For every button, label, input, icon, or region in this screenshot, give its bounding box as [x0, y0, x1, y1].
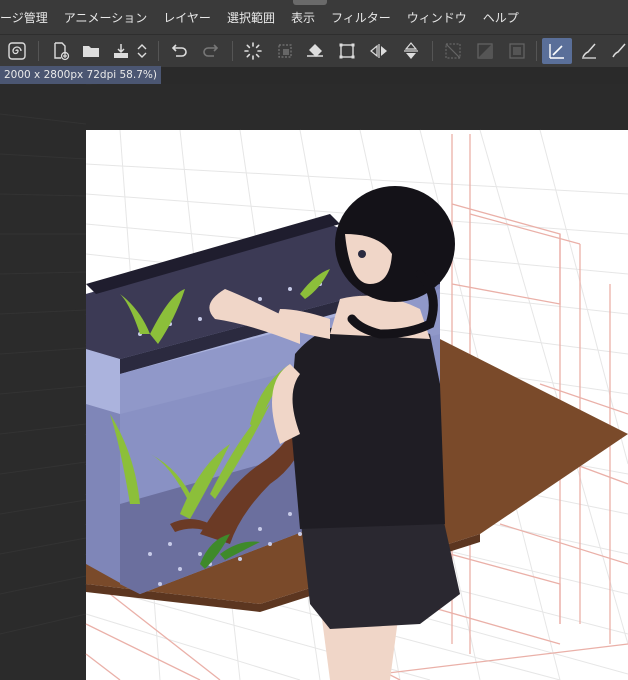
toolbar-separator: [158, 41, 159, 61]
menu-page-management[interactable]: ージ管理: [0, 9, 48, 26]
crop-icon[interactable]: [334, 38, 360, 64]
undo-icon[interactable]: [166, 38, 192, 64]
menu-layer[interactable]: レイヤー: [163, 9, 211, 26]
transform-icon[interactable]: [272, 38, 298, 64]
brush-alt-icon[interactable]: [606, 38, 628, 64]
new-file-icon[interactable]: [47, 38, 73, 64]
flip-vertical-icon[interactable]: [398, 38, 424, 64]
invert-selection-icon[interactable]: [472, 38, 498, 64]
menu-animation[interactable]: アニメーション: [64, 9, 148, 26]
top-handle[interactable]: [293, 0, 327, 5]
redo-icon[interactable]: [198, 38, 224, 64]
brush-icon[interactable]: [576, 38, 602, 64]
toolbar-separator: [432, 41, 433, 61]
chevron-updown-icon[interactable]: [134, 38, 150, 64]
toolbar-separator: [232, 41, 233, 61]
menu-selection[interactable]: 選択範囲: [227, 9, 275, 26]
toolbar-separator: [536, 41, 537, 61]
canvas-illustration[interactable]: [0, 84, 628, 680]
save-icon[interactable]: [108, 38, 134, 64]
toolbar-separator: [38, 41, 39, 61]
fill-icon[interactable]: [302, 38, 328, 64]
command-bar: [0, 34, 628, 67]
flip-horizontal-icon[interactable]: [366, 38, 392, 64]
open-folder-icon[interactable]: [78, 38, 104, 64]
menu-help[interactable]: ヘルプ: [483, 9, 519, 26]
menu-bar: ージ管理 アニメーション レイヤー 選択範囲 表示 フィルター ウィンドウ ヘル…: [0, 0, 628, 34]
loading-icon[interactable]: [240, 38, 266, 64]
menu-view[interactable]: 表示: [291, 9, 315, 26]
ruler-pen-icon[interactable]: [542, 38, 572, 64]
frame-icon[interactable]: [504, 38, 530, 64]
spiral-icon[interactable]: [4, 38, 30, 64]
selection-mask-icon[interactable]: [440, 38, 466, 64]
menu-window[interactable]: ウィンドウ: [407, 9, 467, 26]
menu-filter[interactable]: フィルター: [331, 9, 391, 26]
canvas-info-label: 2000 x 2800px 72dpi 58.7%): [0, 66, 161, 84]
